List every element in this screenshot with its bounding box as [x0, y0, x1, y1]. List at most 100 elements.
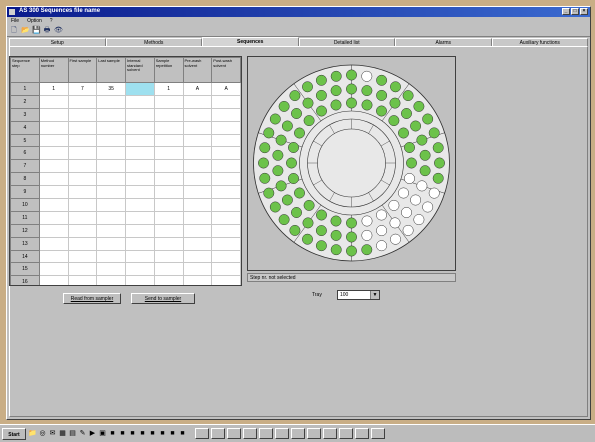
- vial-position[interactable]: [330, 244, 342, 256]
- table-cell[interactable]: [125, 82, 155, 96]
- vial-position[interactable]: [294, 127, 305, 139]
- vial-position[interactable]: [315, 240, 327, 252]
- vial-position[interactable]: [428, 127, 440, 139]
- table-cell[interactable]: [38, 146, 69, 161]
- vial-position[interactable]: [302, 97, 314, 109]
- table-cell[interactable]: [38, 172, 69, 187]
- vial-position[interactable]: [398, 127, 409, 139]
- table-cell[interactable]: A: [182, 82, 213, 96]
- vial-position[interactable]: [376, 225, 388, 237]
- vial-position[interactable]: [272, 149, 284, 161]
- table-cell[interactable]: [96, 146, 126, 161]
- app-icon[interactable]: ■: [128, 429, 137, 439]
- table-cell[interactable]: [38, 94, 69, 109]
- vial-position[interactable]: [422, 201, 434, 213]
- table-cell[interactable]: [211, 159, 241, 174]
- vial-position[interactable]: [419, 165, 431, 177]
- vial-position[interactable]: [376, 74, 388, 86]
- binoculars-icon[interactable]: 👁: [54, 27, 63, 35]
- table-cell[interactable]: [211, 172, 241, 187]
- table-cell[interactable]: [96, 133, 126, 148]
- vial-position[interactable]: [401, 108, 412, 119]
- table-cell[interactable]: [96, 210, 126, 225]
- table-cell[interactable]: [67, 223, 98, 238]
- menu-option[interactable]: Option: [27, 17, 42, 25]
- table-cell[interactable]: [125, 107, 155, 122]
- table-cell[interactable]: [38, 223, 69, 238]
- vial-position[interactable]: [390, 81, 401, 93]
- table-cell[interactable]: [211, 185, 241, 200]
- vial-position[interactable]: [413, 214, 425, 226]
- table-cell[interactable]: [96, 159, 126, 174]
- row-header[interactable]: 5: [10, 133, 40, 148]
- vial-position[interactable]: [303, 115, 315, 127]
- table-cell[interactable]: [153, 249, 184, 264]
- vial-position[interactable]: [346, 217, 357, 229]
- tray-select[interactable]: 100 ▼: [337, 290, 380, 300]
- vial-position[interactable]: [416, 180, 428, 192]
- tab-methods[interactable]: Methods: [105, 38, 202, 46]
- vial-position[interactable]: [404, 173, 415, 184]
- table-cell[interactable]: [67, 275, 98, 285]
- folder-icon[interactable]: 📁: [28, 429, 37, 439]
- tab-auxiliary-functions[interactable]: Auxiliary functions: [491, 38, 588, 46]
- start-button[interactable]: Start: [2, 427, 26, 440]
- table-cell[interactable]: [67, 210, 98, 225]
- vial-position[interactable]: [402, 224, 414, 236]
- table-cell[interactable]: [153, 198, 184, 212]
- vial-position[interactable]: [389, 217, 401, 229]
- table-cell[interactable]: [153, 133, 184, 148]
- table-cell[interactable]: [38, 107, 69, 122]
- vial-position[interactable]: [294, 187, 305, 199]
- vial-position[interactable]: [315, 225, 327, 237]
- table-cell[interactable]: 7: [67, 82, 98, 96]
- vial-position[interactable]: [402, 90, 414, 102]
- vial-position[interactable]: [315, 74, 327, 86]
- app-icon[interactable]: ■: [168, 429, 177, 439]
- app-icon[interactable]: ■: [118, 429, 127, 439]
- table-cell[interactable]: [153, 120, 184, 135]
- doc-icon[interactable]: ▤: [68, 429, 77, 439]
- table-cell[interactable]: [96, 185, 126, 200]
- vial-position[interactable]: [398, 187, 409, 199]
- vial-position[interactable]: [389, 97, 401, 109]
- table-cell[interactable]: [182, 120, 213, 135]
- taskbar-item[interactable]: [307, 428, 321, 439]
- table-cell[interactable]: [96, 236, 126, 251]
- vial-position[interactable]: [410, 120, 422, 132]
- vial-position[interactable]: [376, 89, 388, 101]
- vial-position[interactable]: [434, 157, 445, 169]
- table-cell[interactable]: [38, 133, 69, 148]
- mail-icon[interactable]: ✉: [48, 429, 57, 439]
- row-header[interactable]: 8: [10, 172, 40, 187]
- table-cell[interactable]: [211, 262, 241, 277]
- table-cell[interactable]: [38, 236, 69, 251]
- table-cell[interactable]: 35: [96, 82, 126, 96]
- table-cell[interactable]: [211, 249, 241, 264]
- vial-position[interactable]: [422, 113, 434, 125]
- row-header[interactable]: 16: [10, 275, 40, 285]
- table-cell[interactable]: [38, 198, 69, 212]
- table-cell[interactable]: 1: [153, 82, 184, 96]
- taskbar-item[interactable]: [355, 428, 369, 439]
- taskbar-item[interactable]: [275, 428, 289, 439]
- vial-position[interactable]: [346, 231, 357, 243]
- vial-position[interactable]: [275, 180, 287, 192]
- table-cell[interactable]: [182, 159, 213, 174]
- vial-position[interactable]: [286, 157, 297, 169]
- vial-position[interactable]: [346, 97, 357, 109]
- vial-position[interactable]: [432, 142, 444, 154]
- table-cell[interactable]: [153, 172, 184, 187]
- table-cell[interactable]: [153, 262, 184, 277]
- sample-tray-diagram[interactable]: [248, 57, 455, 270]
- vial-position[interactable]: [376, 240, 388, 252]
- table-cell[interactable]: [96, 223, 126, 238]
- table-cell[interactable]: [38, 120, 69, 135]
- table-cell[interactable]: [125, 236, 155, 251]
- vial-position[interactable]: [390, 233, 401, 245]
- vial-position[interactable]: [361, 70, 373, 82]
- table-cell[interactable]: [67, 262, 98, 277]
- row-header[interactable]: 11: [10, 210, 40, 225]
- vial-position[interactable]: [291, 207, 302, 218]
- table-cell[interactable]: [182, 249, 213, 264]
